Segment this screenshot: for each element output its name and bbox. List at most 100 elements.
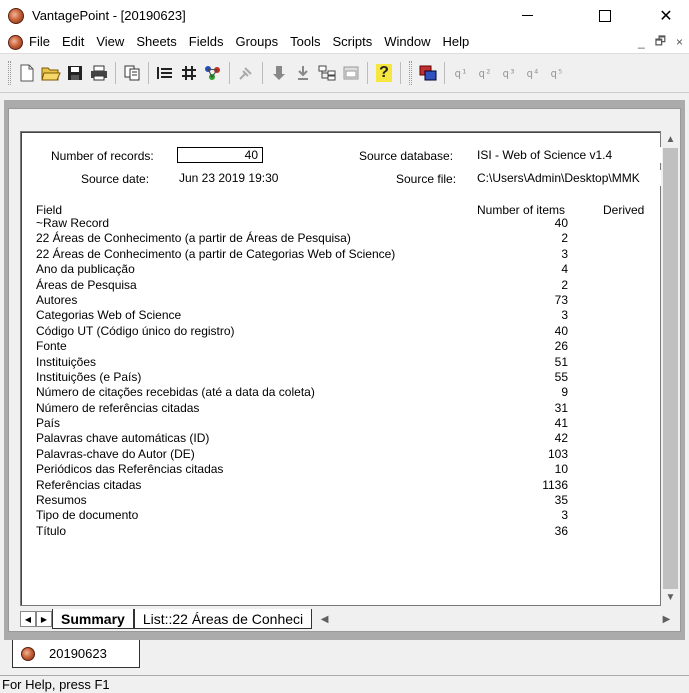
table-row[interactable]: Número de citações recebidas (até a data… (36, 385, 656, 400)
map-icon[interactable] (202, 62, 224, 84)
column-header-derived[interactable]: Derived (603, 203, 644, 217)
menu-file[interactable]: File (23, 31, 56, 53)
table-row[interactable]: 22 Áreas de Conhecimento (a partir de Ár… (36, 231, 656, 246)
download-icon[interactable] (292, 62, 314, 84)
table-row[interactable]: Resumos 35 (36, 493, 656, 508)
table-row[interactable]: País 41 (36, 416, 656, 431)
table-row[interactable]: Fonte 26 (36, 339, 656, 354)
matrix-icon[interactable] (178, 62, 200, 84)
document-window: Number of records: 40 Source database: I… (8, 108, 681, 632)
menu-edit[interactable]: Edit (56, 31, 90, 53)
table-row[interactable]: Referências citadas 1136 (36, 478, 656, 493)
status-text: For Help, press F1 (2, 677, 110, 692)
table-row[interactable]: Autores 73 (36, 293, 656, 308)
tab-next-icon[interactable]: ▶ (36, 611, 52, 627)
tab-summary[interactable]: Summary (52, 609, 134, 629)
menu-help[interactable]: Help (436, 31, 475, 53)
document-tab-label: 20190623 (49, 646, 107, 661)
scroll-right-icon[interactable]: ▶ (658, 611, 675, 628)
mdi-minimize-button[interactable]: _ (638, 35, 645, 49)
table-row[interactable]: Código UT (Código único do registro) 40 (36, 324, 656, 339)
item-count: 2 (561, 231, 568, 246)
table-row[interactable]: Ano da publicação 4 (36, 262, 656, 277)
copy-icon[interactable] (121, 62, 143, 84)
item-count: 26 (554, 339, 568, 354)
group-5-button[interactable]: q⁵ (546, 67, 568, 80)
toolbar-separator (229, 62, 230, 84)
menu-fields[interactable]: Fields (183, 31, 230, 53)
table-row[interactable]: Instituições (e País) 55 (36, 370, 656, 385)
table-row[interactable]: Categorias Web of Science 3 (36, 308, 656, 323)
document-icon (21, 646, 35, 661)
tree-icon[interactable] (316, 62, 338, 84)
menu-tools[interactable]: Tools (284, 31, 326, 53)
status-bar: For Help, press F1 (0, 675, 689, 693)
table-row[interactable]: Instituições 51 (36, 355, 656, 370)
item-count: 42 (554, 431, 568, 446)
tab-list[interactable]: List::22 Áreas de Conheci (133, 609, 313, 629)
item-count: 51 (554, 354, 568, 369)
table-row[interactable]: Número de referências citadas 31 (36, 401, 656, 416)
open-folder-icon[interactable] (40, 62, 62, 84)
item-count: 4 (561, 262, 568, 277)
horizontal-scrollbar[interactable]: ◀ ▶ (316, 610, 675, 628)
field-name: 22 Áreas de Conhecimento (a partir de Ár… (36, 231, 351, 246)
table-row[interactable]: Periódicos das Referências citadas 10 (36, 462, 656, 477)
toolbar-separator (444, 62, 445, 84)
column-header-field[interactable]: Field (36, 203, 62, 217)
menu-window[interactable]: Window (378, 31, 436, 53)
save-icon[interactable] (64, 62, 86, 84)
table-row[interactable]: Áreas de Pesquisa 2 (36, 278, 656, 293)
group-2-button[interactable]: q² (474, 67, 496, 80)
item-count: 9 (561, 385, 568, 400)
disabled-tool-icon[interactable] (235, 62, 257, 84)
item-count: 41 (554, 416, 568, 431)
menu-groups[interactable]: Groups (229, 31, 284, 53)
app-icon[interactable] (8, 7, 24, 24)
maximize-button[interactable] (582, 0, 628, 31)
list-icon[interactable] (154, 62, 176, 84)
menu-view[interactable]: View (90, 31, 130, 53)
num-records-value: 40 (177, 147, 263, 163)
item-count: 35 (554, 493, 568, 508)
column-header-items[interactable]: Number of items (477, 203, 565, 217)
minimize-button[interactable] (504, 0, 550, 31)
document-tab[interactable]: 20190623 (12, 640, 140, 668)
field-name: Tipo de documento (36, 508, 139, 523)
field-name: Periódicos das Referências citadas (36, 462, 224, 477)
scroll-left-icon[interactable]: ◀ (316, 611, 333, 628)
group-3-button[interactable]: q³ (498, 67, 520, 80)
table-row[interactable]: Palavras chave automáticas (ID) 42 (36, 431, 656, 446)
table-row[interactable]: Palavras-chave do Autor (DE) 103 (36, 447, 656, 462)
menu-sheets[interactable]: Sheets (130, 31, 182, 53)
menu-scripts[interactable]: Scripts (326, 31, 378, 53)
document-icon[interactable] (8, 34, 23, 50)
sort-icon[interactable] (268, 62, 290, 84)
print-icon[interactable] (88, 62, 110, 84)
item-count: 10 (554, 462, 568, 477)
vertical-scrollbar[interactable]: ▲ ▼ (662, 131, 679, 606)
groups-icon[interactable] (417, 62, 439, 84)
window-icon[interactable] (340, 62, 362, 84)
table-row[interactable]: Título 36 (36, 524, 656, 539)
scroll-down-icon[interactable]: ▼ (662, 589, 679, 606)
source-file-label: Source file: (396, 172, 457, 186)
toolbar-separator (400, 62, 401, 84)
toolbar-grip[interactable] (409, 61, 412, 85)
new-file-icon[interactable] (16, 62, 38, 84)
field-name: Áreas de Pesquisa (36, 277, 137, 292)
mdi-close-button[interactable]: × (676, 35, 683, 49)
scroll-thumb[interactable] (663, 148, 678, 589)
table-row[interactable]: ~Raw Record 40 (36, 216, 656, 231)
group-4-button[interactable]: q⁴ (522, 67, 544, 80)
group-1-button[interactable]: q¹ (450, 67, 472, 80)
mdi-restore-button[interactable]: 🗗 (655, 32, 666, 53)
close-button[interactable]: ✕ (643, 0, 689, 31)
toolbar-grip[interactable] (8, 61, 11, 85)
help-icon[interactable]: ? (373, 62, 395, 84)
field-name: Instituições (e País) (36, 369, 142, 384)
tab-prev-icon[interactable]: ◀ (20, 611, 36, 627)
scroll-up-icon[interactable]: ▲ (662, 131, 679, 148)
table-row[interactable]: 22 Áreas de Conhecimento (a partir de Ca… (36, 247, 656, 262)
table-row[interactable]: Tipo de documento 3 (36, 508, 656, 523)
